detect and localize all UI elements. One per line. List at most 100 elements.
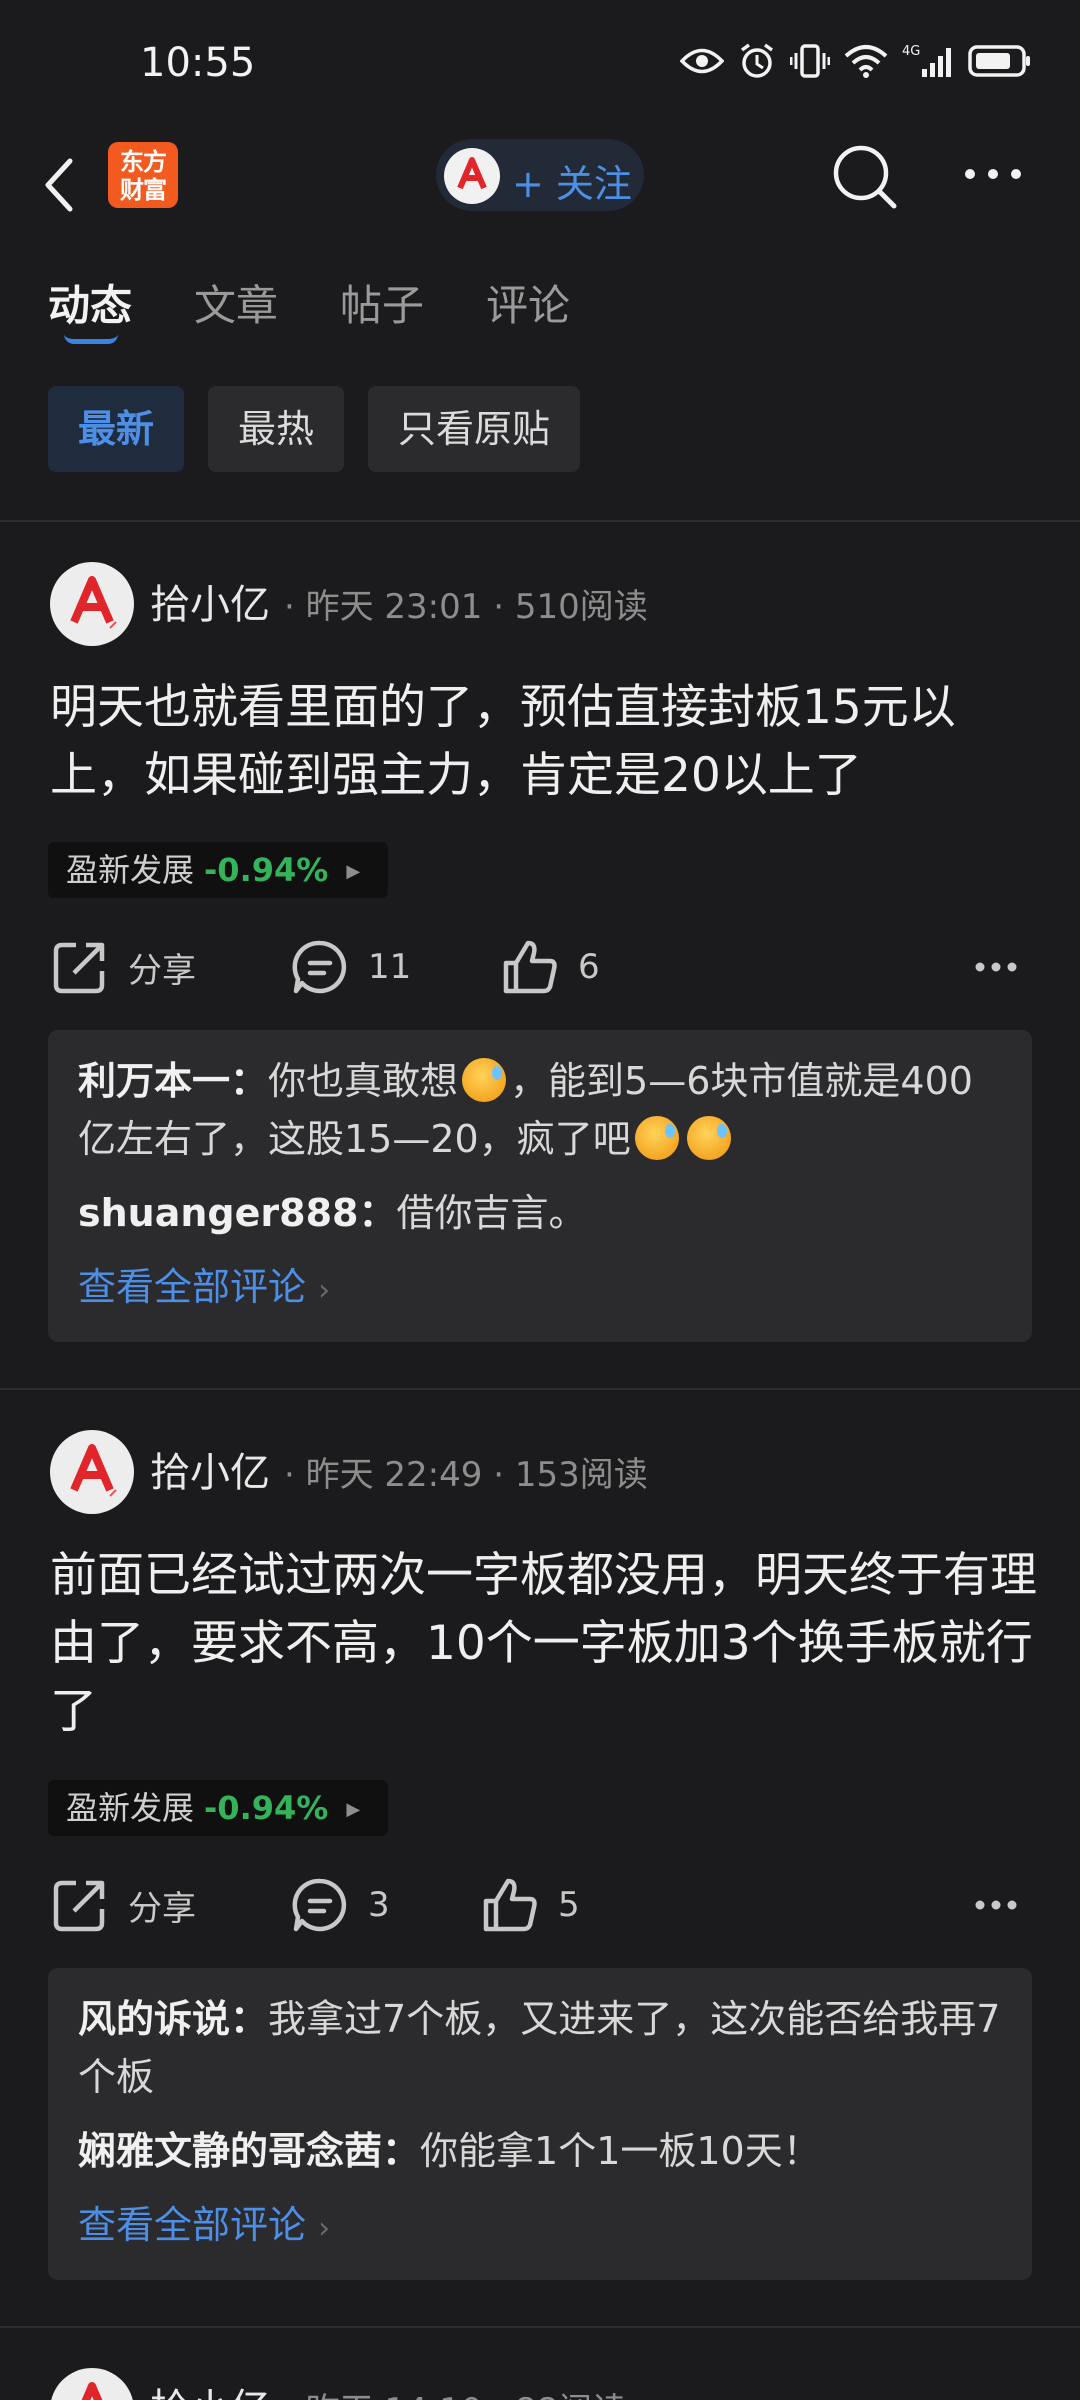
play-arrow-icon: ▶ (346, 861, 361, 882)
author-name[interactable]: 拾小亿 (150, 582, 270, 628)
author-line: 拾小亿 · 昨天 14:10 · 88阅读 (150, 2376, 626, 2400)
svg-text:4G: 4G (902, 44, 920, 59)
post-more-button[interactable] (972, 1870, 1048, 1940)
post-card[interactable]: 拾小亿 · 昨天 23:01 · 510阅读 明天也就看里面的了，预估直接封板15… (0, 522, 1080, 1388)
comment-icon (292, 1878, 347, 1932)
chevron-right-icon: › (318, 1273, 331, 1308)
comment-colon: ： (230, 1997, 269, 2041)
eye-icon (680, 48, 724, 74)
stock-name: 盈新发展 (66, 1789, 195, 1827)
comment-text: 借你吉言。 (396, 1191, 587, 1235)
top-nav: 东方 财富 + 关注 (0, 130, 1080, 240)
filter-latest[interactable]: 最新 (48, 386, 185, 472)
tab-label: 动态 (48, 281, 133, 330)
avatar[interactable] (50, 562, 134, 646)
sweat-emoji-icon (634, 1116, 679, 1160)
like-count: 6 (578, 947, 600, 987)
post-text[interactable]: 前面已经试过两次一字板都没用，明天终于有理由了，要求不高，10个一字板加3个换手… (50, 1542, 1040, 1746)
tab-label: 评论 (486, 281, 571, 330)
stock-change: -0.94% (204, 851, 329, 889)
comment-text: 你也真敢想 (268, 1059, 459, 1103)
comment-preview[interactable]: 利万本一：你也真敢想 ，能到5—6块市值就是400亿左右了，这股15—20，疯了吧… (48, 1030, 1032, 1342)
more-options-button[interactable] (960, 154, 1030, 194)
comment-count: 11 (368, 947, 412, 987)
tab-dynamic[interactable]: 动态 (48, 272, 132, 352)
comment-item: 风的诉说：我拿过7个板，又进来了，这次能否给我再7个板 (78, 1990, 1002, 2106)
filter-chips: 最新 最热 只看原贴 (48, 386, 581, 472)
comment-item: shuanger888：借你吉言。 (78, 1184, 1002, 1242)
more-horizontal-icon (975, 962, 1017, 972)
author-name[interactable]: 拾小亿 (150, 2386, 270, 2400)
like-button[interactable]: 6 (502, 932, 600, 1002)
author-line: 拾小亿 · 昨天 23:01 · 510阅读 (150, 572, 648, 630)
status-bar: 10:55 4G (0, 0, 1080, 130)
cellular-signal-icon: 4G (902, 44, 951, 77)
profile-avatar (444, 148, 500, 204)
post-card[interactable]: 拾小亿 · 昨天 14:10 · 88阅读 (0, 2328, 1080, 2400)
more-horizontal-icon (965, 169, 1021, 179)
post-meta: · 昨天 23:01 · 510阅读 (284, 587, 648, 627)
comment-colon: ： (230, 1059, 269, 1103)
filter-hottest[interactable]: 最热 (208, 386, 345, 472)
like-count: 5 (558, 1885, 580, 1925)
stock-tag[interactable]: 盈新发展 -0.94% ▶ (48, 1780, 388, 1836)
view-all-comments-link[interactable]: 查看全部评论 › (78, 1258, 1002, 1320)
tab-label: 文章 (194, 281, 279, 330)
stock-tag[interactable]: 盈新发展 -0.94% ▶ (48, 842, 388, 898)
follow-label: + 关注 (512, 162, 632, 206)
view-all-label: 查看全部评论 (78, 1265, 307, 1309)
share-button[interactable]: 分享 (52, 1870, 196, 1940)
back-button[interactable] (40, 145, 90, 225)
tab-label: 帖子 (340, 281, 425, 330)
comment-button[interactable]: 11 (292, 932, 411, 1002)
post-more-button[interactable] (972, 932, 1048, 1002)
stock-change: -0.94% (204, 1789, 329, 1827)
vibrate-icon (790, 44, 830, 78)
sweat-emoji-icon (462, 1058, 507, 1102)
comment-author[interactable]: 利万本一 (78, 1059, 230, 1103)
search-icon (833, 145, 897, 209)
comment-item: 利万本一：你也真敢想 ，能到5—6块市值就是400亿左右了，这股15—20，疯了吧 (78, 1052, 1002, 1168)
chevron-left-icon (45, 158, 73, 212)
thumbs-up-icon (483, 1878, 537, 1932)
post-card[interactable]: 拾小亿 · 昨天 22:49 · 153阅读 前面已经试过两次一字板都没用，明天终… (0, 1390, 1080, 2330)
comment-colon: ： (358, 1191, 397, 1235)
tab-articles[interactable]: 文章 (194, 272, 278, 352)
like-button[interactable]: 5 (482, 1870, 580, 1940)
comment-text: 你能拿1个1一板10天！ (420, 2129, 821, 2173)
follow-button[interactable]: + 关注 (436, 139, 644, 211)
comment-preview[interactable]: 风的诉说：我拿过7个板，又进来了，这次能否给我再7个板 娴雅文静的哥念茜：你能拿… (48, 1968, 1032, 2280)
status-time: 10:55 (140, 40, 256, 86)
comment-button[interactable]: 3 (292, 1870, 390, 1940)
logo-text-bottom: 财富 (120, 176, 167, 204)
view-all-comments-link[interactable]: 查看全部评论 › (78, 2196, 1002, 2258)
tab-posts[interactable]: 帖子 (340, 272, 424, 352)
search-button[interactable] (830, 142, 900, 212)
post-text[interactable]: 明天也就看里面的了，预估直接封板15元以上，如果碰到强主力，肯定是20以上了 (50, 674, 1040, 810)
avatar[interactable] (50, 2368, 134, 2400)
stock-name: 盈新发展 (66, 851, 195, 889)
more-horizontal-icon (975, 1900, 1017, 1910)
comment-author[interactable]: shuanger888 (78, 1191, 358, 1235)
comment-author[interactable]: 风的诉说 (78, 1997, 230, 2041)
share-label: 分享 (128, 950, 196, 991)
comment-icon (292, 940, 347, 994)
share-button[interactable]: 分享 (52, 932, 196, 1002)
content-tabs: 动态 文章 帖子 评论 (48, 272, 632, 352)
post-meta: · 昨天 14:10 · 88阅读 (284, 2391, 626, 2400)
share-icon (53, 942, 105, 994)
battery-icon (968, 45, 1030, 77)
avatar[interactable] (50, 1430, 134, 1514)
play-arrow-icon: ▶ (346, 1799, 361, 1820)
app-logo[interactable]: 东方 财富 (108, 142, 178, 208)
comment-author[interactable]: 娴雅文静的哥念茜 (78, 2129, 382, 2173)
author-name[interactable]: 拾小亿 (150, 1450, 270, 1496)
tab-comments[interactable]: 评论 (486, 272, 570, 352)
comment-colon: ： (382, 2129, 421, 2173)
filter-original-only[interactable]: 只看原贴 (368, 386, 581, 472)
comment-count: 3 (368, 1885, 390, 1925)
logo-text-top: 东方 (120, 148, 167, 176)
post-actions: 分享 11 6 (0, 932, 1080, 1002)
active-tab-indicator (64, 334, 118, 344)
author-line: 拾小亿 · 昨天 22:49 · 153阅读 (150, 1440, 648, 1498)
